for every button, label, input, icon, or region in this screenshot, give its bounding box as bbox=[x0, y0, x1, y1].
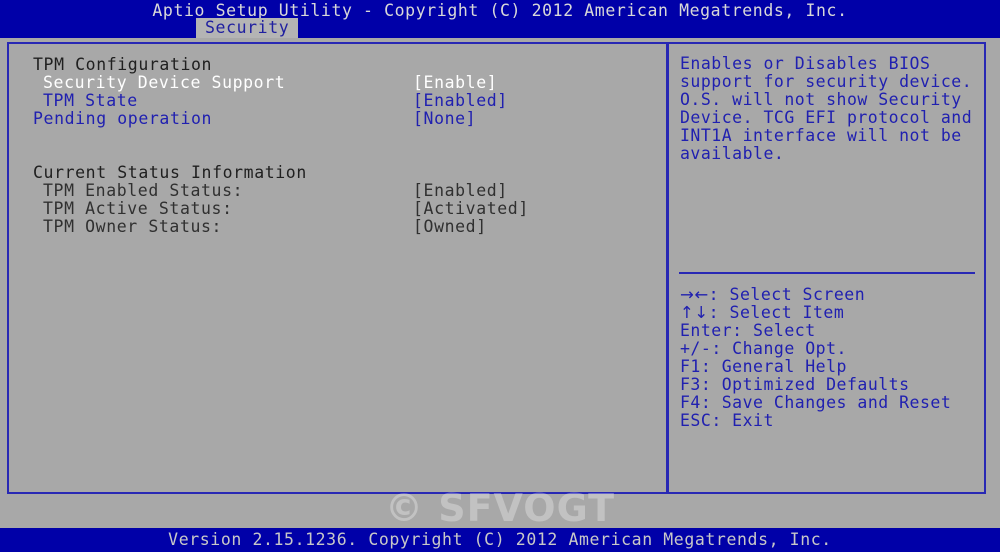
key-legend-desc: : Select Item bbox=[708, 303, 845, 322]
key-legend-desc: : Select Screen bbox=[708, 285, 866, 304]
key-legend-row: ↑↓: Select Item bbox=[680, 304, 951, 322]
key-legend-keys: ESC bbox=[680, 411, 712, 430]
key-legend-keys: F4 bbox=[680, 393, 701, 412]
settings-pane: TPM Configuration Security Device Support… bbox=[9, 44, 666, 492]
setting-value[interactable]: [Enabled] bbox=[413, 92, 508, 110]
setting-label: Security Device Support bbox=[43, 73, 286, 92]
key-legend-desc: : Exit bbox=[711, 411, 774, 430]
key-legend-keys: +/- bbox=[680, 339, 712, 358]
key-legend-row: F3: Optimized Defaults bbox=[680, 376, 951, 394]
key-legend-keys: →← bbox=[680, 285, 709, 304]
key-legend-desc: : Optimized Defaults bbox=[700, 375, 910, 394]
setting-value: [Activated] bbox=[413, 199, 529, 218]
setting-label: Pending operation bbox=[33, 109, 213, 128]
key-legend-keys: Enter bbox=[680, 321, 733, 340]
setting-value[interactable]: [Enable] bbox=[413, 74, 497, 92]
key-legend-desc: : General Help bbox=[700, 357, 847, 376]
key-legend-row: +/-: Change Opt. bbox=[680, 340, 951, 358]
key-legend-row: Enter: Select bbox=[680, 322, 951, 340]
key-legend: →←: Select Screen ↑↓: Select Item Enter: S… bbox=[680, 286, 951, 430]
key-legend-desc: : Change Opt. bbox=[711, 339, 847, 358]
setting-value: [Enabled] bbox=[413, 181, 508, 200]
key-legend-row: →←: Select Screen bbox=[680, 286, 951, 304]
key-legend-desc: : Select bbox=[732, 321, 816, 340]
setting-value: [Owned] bbox=[413, 217, 487, 236]
setting-label: TPM Active Status: bbox=[43, 199, 233, 218]
setting-label: TPM Owner Status: bbox=[43, 217, 223, 236]
key-legend-row: F1: General Help bbox=[680, 358, 951, 376]
setting-label: TPM State bbox=[43, 91, 138, 110]
key-legend-row: F4: Save Changes and Reset bbox=[680, 394, 951, 412]
key-legend-desc: : Save Changes and Reset bbox=[700, 393, 952, 412]
footer-bar: Version 2.15.1236. Copyright (C) 2012 Am… bbox=[0, 528, 1000, 552]
setting-value[interactable]: [None] bbox=[413, 110, 476, 128]
tab-security[interactable]: Security bbox=[196, 18, 299, 38]
tab-strip: Security bbox=[0, 18, 1000, 38]
help-pane: Enables or Disables BIOS support for sec… bbox=[669, 44, 988, 492]
section-heading: Current Status Information bbox=[33, 163, 307, 182]
main-panel: TPM Configuration Security Device Support… bbox=[7, 42, 986, 494]
setting-label: TPM Enabled Status: bbox=[43, 181, 244, 200]
bios-setup-screen: Aptio Setup Utility - Copyright (C) 2012… bbox=[0, 0, 1000, 552]
key-legend-row: ESC: Exit bbox=[680, 412, 951, 430]
key-legend-keys: F1 bbox=[680, 357, 701, 376]
version-text: Version 2.15.1236. Copyright (C) 2012 Am… bbox=[168, 530, 832, 549]
key-legend-keys: ↑↓ bbox=[680, 303, 709, 322]
help-separator bbox=[679, 272, 975, 274]
key-legend-keys: F3 bbox=[680, 375, 701, 394]
section-heading: TPM Configuration bbox=[33, 55, 213, 74]
help-text: Enables or Disables BIOS support for sec… bbox=[680, 54, 983, 163]
